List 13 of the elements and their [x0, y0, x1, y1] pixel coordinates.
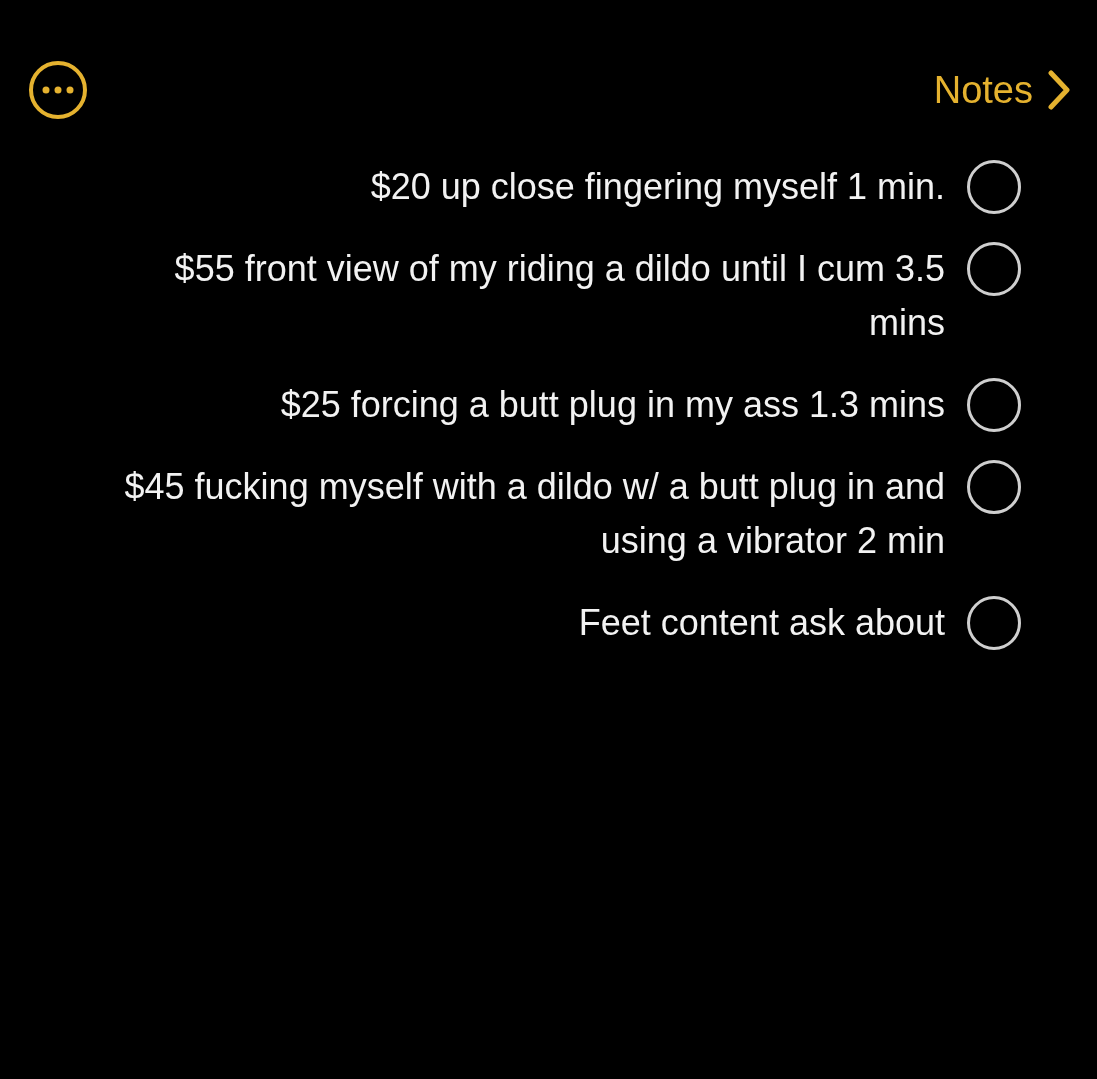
checkbox[interactable] [967, 160, 1021, 214]
checklist-item-text: Feet content ask about [577, 601, 945, 645]
checklist-item-text: $55 front view of my riding a dildo until I cum 3.5 mins [173, 247, 945, 345]
checkbox[interactable] [967, 460, 1021, 514]
checkbox[interactable] [967, 242, 1021, 296]
checklist-item-text: $45 fucking myself with a dildo w/ a butt plug in and using a vibrator 2 min [123, 465, 945, 563]
more-icon[interactable] [28, 60, 88, 120]
checklist-item-text: $25 forcing a butt plug in my ass 1.3 mins [279, 383, 945, 427]
checklist-item-text: $20 up close fingering myself 1 min. [369, 165, 945, 209]
checkbox[interactable] [967, 596, 1021, 650]
checkbox[interactable] [967, 378, 1021, 432]
chevron-icon [1047, 70, 1071, 110]
back-button[interactable]: Notes [933, 68, 1071, 112]
